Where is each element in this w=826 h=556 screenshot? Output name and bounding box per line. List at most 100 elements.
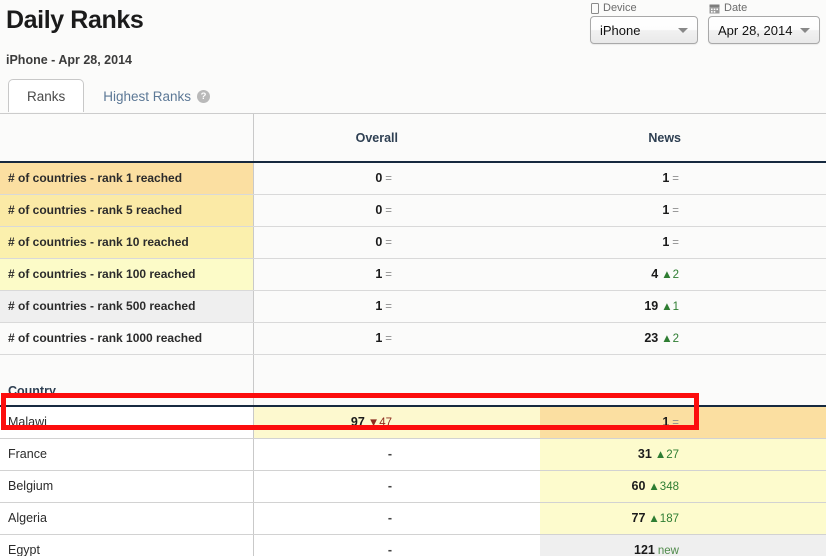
tab-ranks-label: Ranks [27, 89, 66, 104]
cell-overall: 0 = [253, 194, 540, 227]
cell-news-value: 77 [631, 511, 646, 525]
cell-news-delta: ▲187 [648, 513, 679, 525]
table-row[interactable]: France - 31 ▲27 [0, 438, 826, 471]
ranks-table-body: # of countries - rank 1 reached 0 = 1 = # … [0, 162, 826, 556]
cell-overall-delta: = [385, 173, 392, 186]
device-filter-label: Device [590, 2, 698, 14]
cell-overall: - [253, 534, 540, 556]
cell-news-value: 4 [651, 267, 659, 281]
spacer-overall-cell [253, 354, 540, 376]
cell-news-delta: new [657, 545, 679, 556]
table-row[interactable]: Egypt - 121 new [0, 534, 826, 556]
tab-ranks[interactable]: Ranks [8, 79, 85, 112]
cell-news-delta: = [672, 237, 679, 249]
cell-news-delta: ▲348 [648, 481, 679, 493]
spacer-news-cell [540, 354, 826, 376]
column-header-overall: Overall [253, 114, 540, 163]
row-label: Belgium [0, 470, 254, 503]
row-label: # of countries - rank 500 reached [0, 290, 254, 323]
cell-overall-value: 0 [375, 203, 383, 217]
cell-overall-value: - [387, 511, 392, 525]
row-label: # of countries - rank 100 reached [0, 258, 254, 291]
tab-highest-ranks[interactable]: Highest Ranks ? [84, 79, 229, 112]
cell-news-value: 1 [662, 203, 670, 217]
date-select[interactable]: Apr 28, 2014 [708, 16, 820, 44]
cell-news: 23 ▲2 [540, 322, 826, 355]
row-label: # of countries - rank 5 reached [0, 194, 254, 227]
table-row[interactable]: Belgium - 60 ▲348 [0, 470, 826, 503]
phone-icon [591, 2, 599, 14]
cell-overall-value: 97 [350, 415, 365, 430]
cell-news: 4 ▲2 [540, 258, 826, 291]
cell-overall-value: - [387, 479, 392, 493]
section-overall-cell [253, 376, 540, 407]
cell-overall: 1 = [253, 322, 540, 355]
section-header-row: Country [0, 376, 826, 407]
cell-overall: - [253, 502, 540, 535]
table-row: # of countries - rank 1000 reached 1 = 23… [0, 322, 826, 355]
daily-ranks-page: Daily Ranks iPhone - Apr 28, 2014 Device… [0, 0, 826, 556]
cell-overall-value: 1 [375, 331, 383, 345]
cell-overall: - [253, 470, 540, 503]
date-filter: Date Apr 28, 2014 [708, 2, 820, 44]
row-label: Malawi [0, 406, 254, 439]
cell-overall-value: 1 [375, 299, 383, 313]
filter-controls: Device iPhone Date Apr 28, 2014 [590, 2, 820, 44]
table-header-row: Overall News [0, 114, 826, 163]
column-header-blank [0, 114, 254, 163]
cell-news-delta: ▲2 [661, 269, 679, 281]
date-select-value: Apr 28, 2014 [718, 22, 793, 38]
cell-overall-value: - [387, 543, 392, 556]
device-label-text: Device [603, 2, 637, 14]
date-filter-label: Date [708, 2, 820, 14]
table-row: # of countries - rank 5 reached 0 = 1 = [0, 194, 826, 227]
cell-overall-delta: = [385, 237, 392, 249]
cell-news: 121 new [540, 534, 826, 556]
device-filter: Device iPhone [590, 2, 698, 44]
cell-news-delta: = [672, 173, 679, 186]
device-select[interactable]: iPhone [590, 16, 698, 44]
section-news-cell [540, 376, 826, 407]
cell-news-value: 1 [662, 235, 670, 249]
cell-news-delta: ▲27 [654, 449, 679, 461]
ranks-table: Overall News # of countries - rank 1 rea… [0, 114, 826, 556]
cell-overall-delta: ▼47 [367, 417, 392, 430]
cell-news: 1 = [540, 194, 826, 227]
cell-news: 60 ▲348 [540, 470, 826, 503]
cell-news-value: 1 [662, 415, 670, 430]
cell-overall: 1 = [253, 290, 540, 323]
help-icon[interactable]: ? [197, 90, 211, 103]
row-label: # of countries - rank 10 reached [0, 226, 254, 259]
row-label: France [0, 438, 254, 471]
cell-news-delta: ▲1 [661, 301, 679, 313]
cell-overall-delta: = [385, 269, 392, 281]
cell-overall-delta: = [385, 205, 392, 217]
cell-overall: 1 = [253, 258, 540, 291]
table-row[interactable]: Algeria - 77 ▲187 [0, 502, 826, 535]
cell-overall-delta: = [385, 333, 392, 345]
section-title: Country [0, 376, 254, 407]
cell-overall: 0 = [253, 226, 540, 259]
cell-news-value: 1 [662, 171, 670, 186]
table-row: # of countries - rank 100 reached 1 = 4 ▲2 [0, 258, 826, 291]
table-row: # of countries - rank 10 reached 0 = 1 = [0, 226, 826, 259]
cell-news: 1 = [540, 162, 826, 195]
chevron-down-icon [800, 28, 810, 33]
cell-news: 1 = [540, 406, 826, 439]
table-spacer-row [0, 354, 826, 376]
tab-bar: Ranks Highest Ranks ? [8, 78, 229, 112]
cell-overall: - [253, 438, 540, 471]
cell-overall-delta: = [385, 301, 392, 313]
spacer-label-cell [0, 354, 254, 376]
row-label: Algeria [0, 502, 254, 535]
cell-news: 1 = [540, 226, 826, 259]
calendar-icon [709, 3, 720, 14]
cell-overall-value: 1 [375, 267, 383, 281]
row-label: Egypt [0, 534, 254, 556]
cell-news-delta: = [672, 205, 679, 217]
tab-highest-ranks-label: Highest Ranks [103, 89, 192, 104]
cell-overall: 0 = [253, 162, 540, 195]
cell-overall: 97 ▼47 [253, 406, 540, 439]
table-row[interactable]: Malawi 97 ▼47 1 = [0, 406, 826, 439]
page-subtitle: iPhone - Apr 28, 2014 [6, 53, 132, 67]
